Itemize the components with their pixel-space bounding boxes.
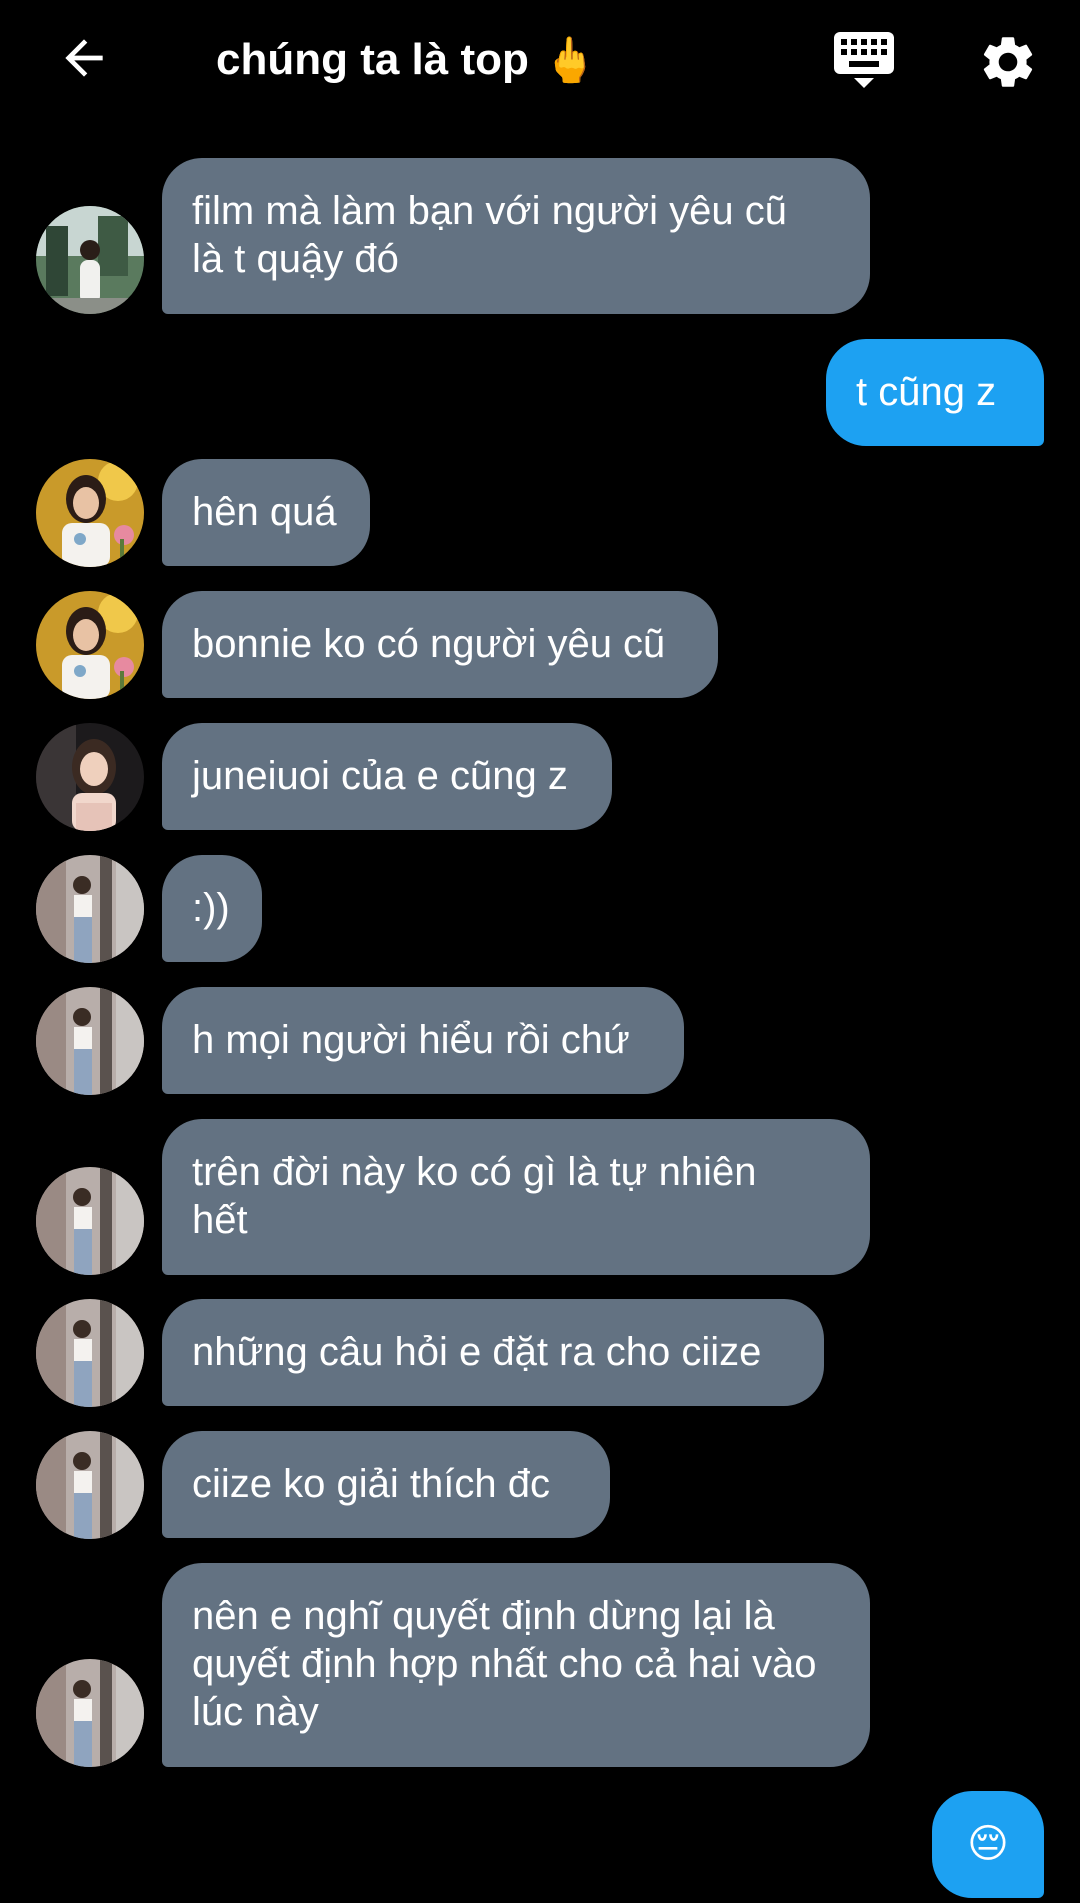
message-bubble[interactable]: h mọi người hiểu rồi chứ [162, 987, 684, 1094]
chat-header: chúng ta là top 🖕 [0, 0, 1080, 120]
chat-title-text: chúng ta là top [216, 35, 529, 84]
message-bubble[interactable]: juneiuoi của e cũng z [162, 723, 612, 830]
chat-title: chúng ta là top 🖕 [216, 30, 598, 90]
message-bubble-sent[interactable]: 😔 [932, 1791, 1044, 1898]
message-bubble[interactable]: :)) [162, 855, 262, 962]
avatar[interactable] [36, 1431, 144, 1539]
settings-button[interactable] [972, 28, 1044, 100]
avatar[interactable] [36, 1299, 144, 1407]
gear-icon [977, 31, 1039, 98]
avatar[interactable] [36, 206, 144, 314]
message-bubble[interactable]: trên đời này ko có gì là tự nhiên hết [162, 1119, 870, 1275]
middle-finger-emoji: 🖕 [542, 36, 598, 85]
message-bubble[interactable]: những câu hỏi e đặt ra cho ciize [162, 1299, 824, 1406]
message-bubble[interactable]: hên quá [162, 459, 370, 566]
avatar[interactable] [36, 723, 144, 831]
message-bubble[interactable]: film mà làm bạn với người yêu cũ là t qu… [162, 158, 870, 314]
avatar[interactable] [36, 855, 144, 963]
message-bubble-sent[interactable]: t cũng z [826, 339, 1044, 446]
back-button[interactable] [52, 28, 116, 92]
avatar[interactable] [36, 987, 144, 1095]
avatar[interactable] [36, 591, 144, 699]
keyboard-button[interactable] [828, 26, 900, 98]
avatar[interactable] [36, 459, 144, 567]
message-bubble[interactable]: ciize ko giải thích đc [162, 1431, 610, 1538]
keyboard-icon [832, 28, 896, 97]
avatar[interactable] [36, 1659, 144, 1767]
avatar[interactable] [36, 1167, 144, 1275]
arrow-left-icon [56, 30, 112, 91]
message-bubble[interactable]: bonnie ko có người yêu cũ [162, 591, 718, 698]
message-bubble[interactable]: nên e nghĩ quyết định dừng lại là quyết … [162, 1563, 870, 1767]
